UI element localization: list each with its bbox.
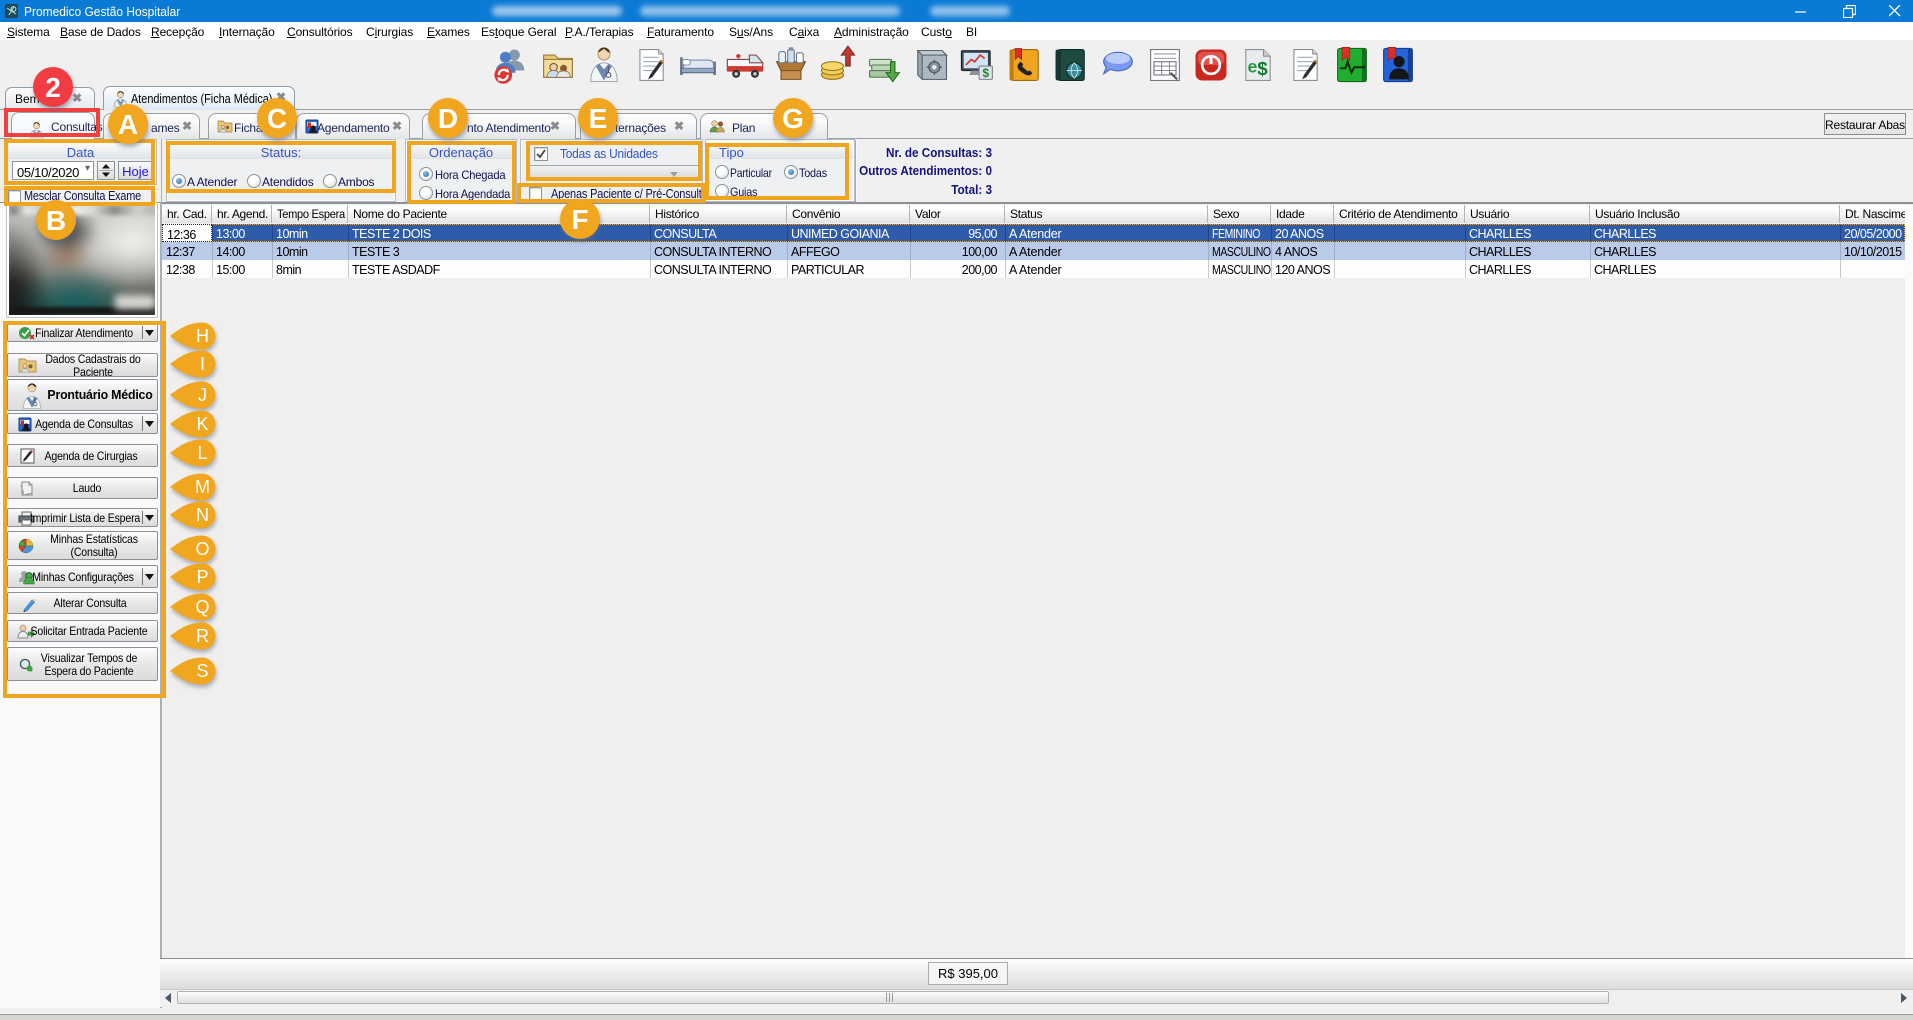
svg-text:H: H [196, 326, 209, 346]
svg-text:$: $ [982, 66, 989, 80]
svg-text:I: I [200, 354, 205, 374]
svg-text:R: R [196, 626, 209, 646]
svg-text:J: J [198, 385, 207, 405]
svg-text:M: M [195, 477, 210, 497]
svg-text:e: e [1248, 57, 1258, 77]
svg-text:$: $ [1257, 58, 1268, 79]
svg-text:O: O [195, 539, 209, 559]
svg-text:N: N [196, 505, 209, 525]
svg-text:L: L [197, 443, 207, 463]
svg-text:K: K [196, 414, 208, 434]
svg-text:S: S [196, 661, 208, 681]
svg-text:P: P [196, 567, 208, 587]
svg-text:Q: Q [195, 597, 209, 617]
